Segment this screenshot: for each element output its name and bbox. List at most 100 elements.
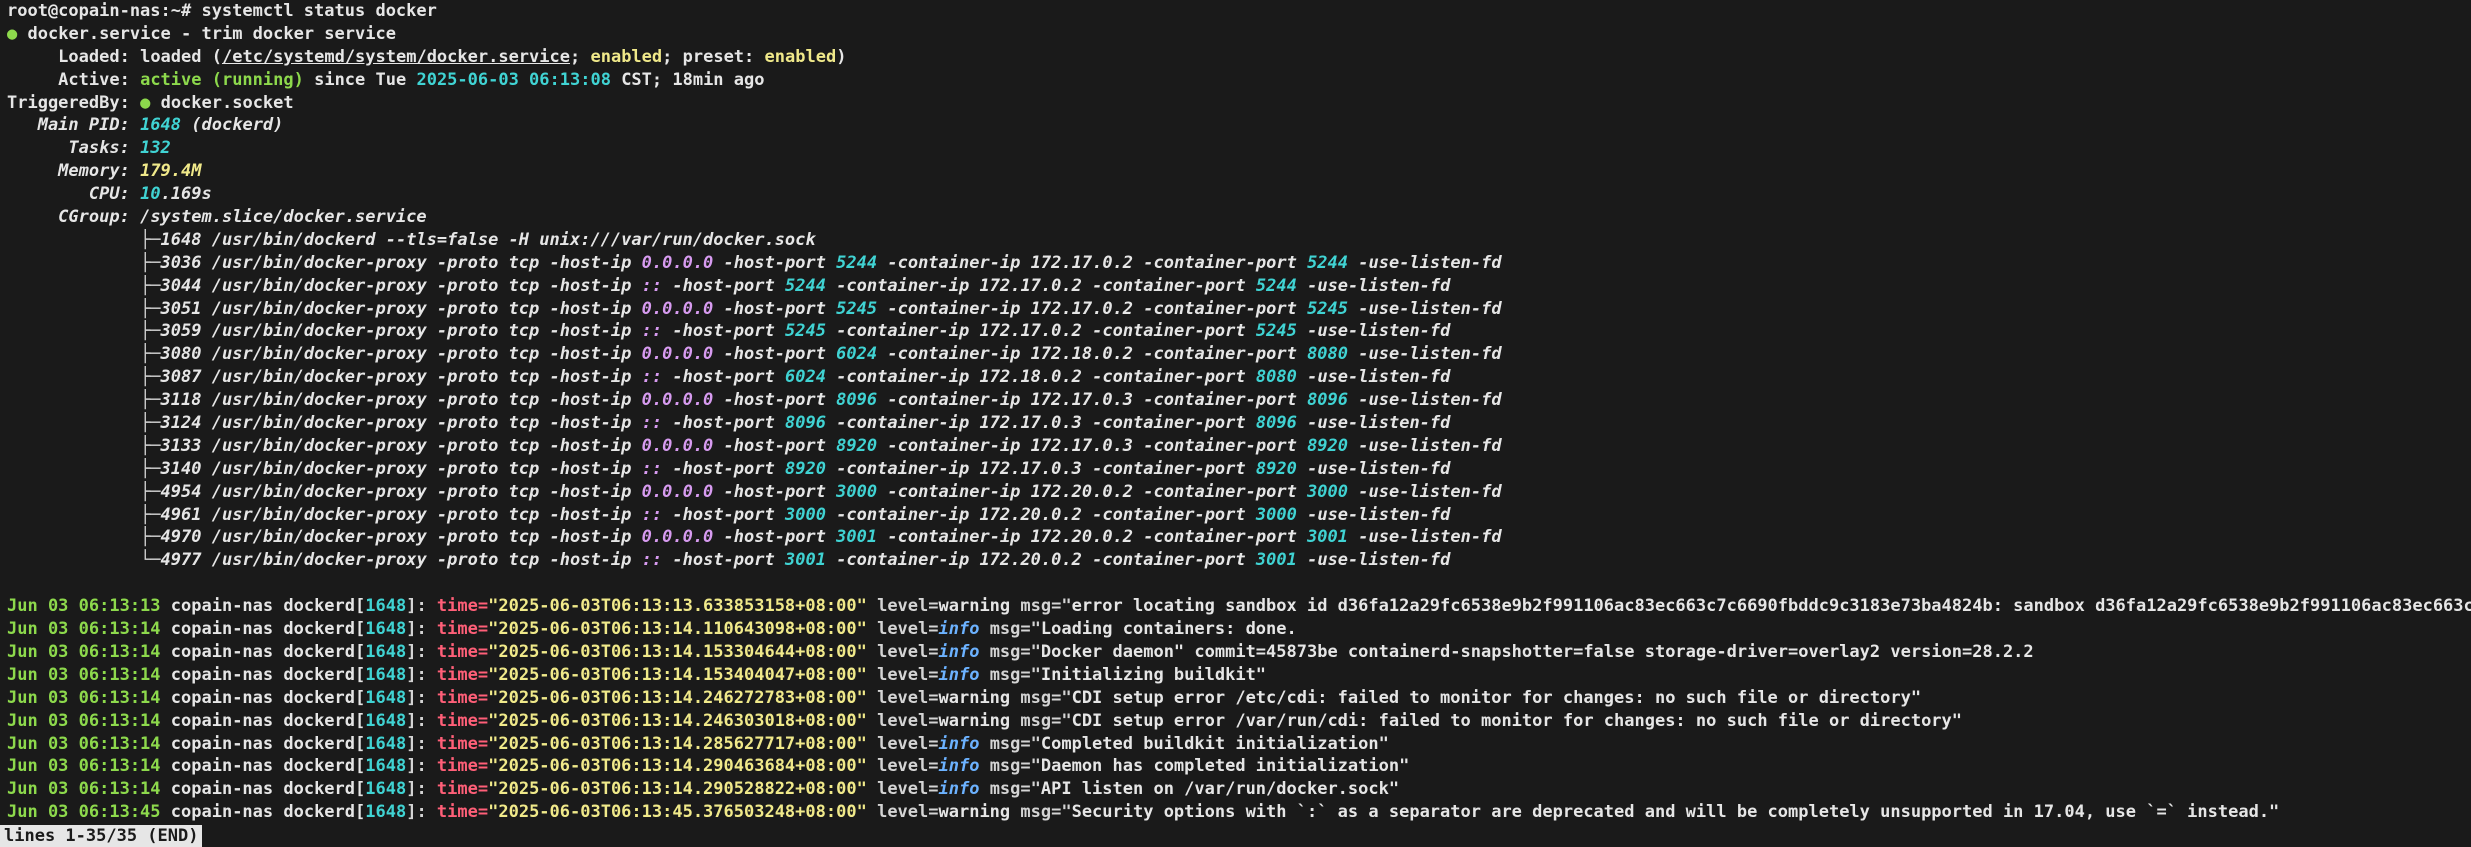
proxy-container-ip: 172.17.0.2 bbox=[1030, 298, 1134, 319]
cgroup-line: CGroup: /system.slice/docker.service bbox=[7, 206, 2471, 229]
triggered-label: TriggeredBy: bbox=[7, 92, 130, 113]
terminal-window[interactable]: root@copain-nas:~# systemctl status dock… bbox=[0, 0, 2471, 847]
tree-branch-icon: ├─ bbox=[140, 458, 161, 479]
proxy-tail: -use-listen-fd bbox=[1358, 252, 1502, 273]
proxy-cip-flag: -container-ip bbox=[887, 527, 1021, 548]
log-msg: CDI setup error /etc/cdi: failed to moni… bbox=[1071, 687, 1922, 708]
log-date: Jun 03 06:13:14 bbox=[7, 641, 161, 662]
proxy-container-ip: 172.20.0.2 bbox=[1030, 481, 1134, 502]
log-time-key: time= bbox=[436, 687, 489, 708]
log-level: warning bbox=[938, 710, 1011, 731]
socket-dot-icon: ● bbox=[140, 92, 151, 113]
log-host: copain-nas dockerd[ bbox=[170, 779, 366, 800]
proxy-cmd: /usr/bin/docker-proxy -proto tcp -host-i… bbox=[211, 481, 632, 502]
proxy-cip-flag: -container-ip bbox=[836, 550, 970, 571]
proxy-tail: -use-listen-fd bbox=[1358, 527, 1502, 548]
proxy-host-port-flag: -host-port bbox=[672, 550, 775, 571]
tasks-value: 132 bbox=[140, 138, 171, 159]
proxy-host-port: 3000 bbox=[836, 481, 878, 502]
proxy-host-port: 3000 bbox=[784, 504, 826, 525]
tree-branch-icon: ├─ bbox=[140, 504, 161, 525]
loaded-path-link[interactable]: /etc/systemd/system/docker.service bbox=[222, 47, 570, 67]
proxy-host-port-flag: -host-port bbox=[723, 252, 826, 273]
proxy-tail: -use-listen-fd bbox=[1307, 413, 1451, 434]
proxy-host-ip: 0.0.0.0 bbox=[641, 527, 714, 548]
proxy-cmd: /usr/bin/docker-proxy -proto tcp -host-i… bbox=[211, 252, 632, 273]
proxy-cmd: /usr/bin/docker-proxy -proto tcp -host-i… bbox=[211, 527, 632, 548]
log-time: 2025-06-03T06:13:14.290528822+08:00 bbox=[498, 779, 857, 800]
proxy-tail: -use-listen-fd bbox=[1307, 275, 1451, 296]
proxy-container-port: 3001 bbox=[1307, 527, 1349, 548]
proxy-host-port: 8920 bbox=[836, 435, 878, 456]
proxy-host-ip: 0.0.0.0 bbox=[641, 390, 714, 411]
tree-branch-icon: ├─ bbox=[140, 413, 161, 434]
cgroup-tree-dockerd: ├─1648 /usr/bin/dockerd --tls=false -H u… bbox=[7, 229, 2471, 252]
proxy-host-ip: :: bbox=[641, 550, 663, 571]
proxy-pid: 4977 bbox=[160, 550, 202, 571]
proxy-host-ip: 0.0.0.0 bbox=[641, 435, 714, 456]
log-time: 2025-06-03T06:13:14.285627717+08:00 bbox=[498, 733, 857, 754]
proxy-host-port: 5244 bbox=[784, 275, 826, 296]
log-date: Jun 03 06:13:13 bbox=[7, 596, 161, 617]
pid-name: (dockerd) bbox=[191, 115, 284, 136]
memory-label: Memory: bbox=[7, 161, 130, 182]
proxy-cip-flag: -container-ip bbox=[836, 321, 970, 342]
log-row: Jun 03 06:13:14 copain-nas dockerd[1648]… bbox=[7, 733, 1389, 754]
tree-branch-icon: ├─ bbox=[140, 367, 161, 388]
cpu-num: 10 bbox=[140, 184, 161, 205]
proxy-host-port: 5245 bbox=[836, 298, 878, 319]
cgroup-proxy-row: ├─4970 /usr/bin/docker-proxy -proto tcp … bbox=[7, 526, 2471, 549]
triggered-line: TriggeredBy: ● docker.socket bbox=[7, 92, 2471, 115]
log-msg: Daemon has completed initialization" bbox=[1040, 756, 1410, 777]
proxy-tail: -use-listen-fd bbox=[1307, 458, 1451, 479]
tree-branch-icon: ├─ bbox=[140, 481, 161, 502]
cgroup-proxy-row: ├─4954 /usr/bin/docker-proxy -proto tcp … bbox=[7, 481, 2471, 504]
proxy-container-port: 8080 bbox=[1255, 367, 1297, 388]
proxy-tail: -use-listen-fd bbox=[1358, 390, 1502, 411]
proxy-cip-flag: -container-ip bbox=[887, 298, 1021, 319]
proxy-container-port: 3001 bbox=[1255, 550, 1297, 571]
shell-prompt: root@copain-nas:~# systemctl status dock… bbox=[7, 1, 437, 21]
log-pid: 1648 bbox=[365, 733, 407, 754]
loaded-enabled: enabled bbox=[590, 46, 663, 67]
proxy-cport-flag: -container-port bbox=[1143, 527, 1297, 548]
proxy-host-port-flag: -host-port bbox=[672, 413, 775, 434]
log-time-key: time= bbox=[436, 641, 489, 662]
proxy-pid: 3051 bbox=[160, 298, 202, 319]
preset-label: preset: bbox=[682, 46, 755, 67]
log-host: copain-nas dockerd[ bbox=[170, 596, 366, 617]
tree-branch-icon: ├─ bbox=[140, 298, 161, 319]
cgroup-proxy-row: └─4977 /usr/bin/docker-proxy -proto tcp … bbox=[7, 549, 2471, 572]
proxy-cmd: /usr/bin/docker-proxy -proto tcp -host-i… bbox=[211, 321, 632, 342]
proxy-cip-flag: -container-ip bbox=[887, 344, 1021, 365]
cgroup-proxy-row: ├─3140 /usr/bin/docker-proxy -proto tcp … bbox=[7, 458, 2471, 481]
log-row: Jun 03 06:13:14 copain-nas dockerd[1648]… bbox=[7, 756, 1410, 777]
proxy-container-ip: 172.17.0.3 bbox=[1030, 435, 1134, 456]
cgroup-proxy-row: ├─3087 /usr/bin/docker-proxy -proto tcp … bbox=[7, 366, 2471, 389]
log-date: Jun 03 06:13:14 bbox=[7, 779, 161, 800]
log-time-key: time= bbox=[436, 664, 489, 685]
active-date: 2025-06-03 06:13:08 bbox=[416, 69, 611, 90]
unit-title: docker.service - trim docker service bbox=[27, 23, 396, 44]
log-host: copain-nas dockerd[ bbox=[170, 641, 366, 662]
log-pid: 1648 bbox=[365, 596, 407, 617]
proxy-host-port: 6024 bbox=[836, 344, 878, 365]
proxy-cmd: /usr/bin/docker-proxy -proto tcp -host-i… bbox=[211, 367, 632, 388]
log-pid: 1648 bbox=[365, 802, 407, 823]
cpu-rest: .169s bbox=[160, 184, 212, 205]
proxy-host-ip: :: bbox=[641, 275, 663, 296]
cgroup-proxy-row: ├─3118 /usr/bin/docker-proxy -proto tcp … bbox=[7, 389, 2471, 412]
active-state: active (running) bbox=[140, 69, 304, 90]
proxy-cport-flag: -container-port bbox=[1092, 367, 1246, 388]
pid-line: Main PID: 1648 (dockerd) bbox=[7, 114, 2471, 137]
proxy-cip-flag: -container-ip bbox=[836, 504, 970, 525]
proxy-cport-flag: -container-port bbox=[1143, 252, 1297, 273]
log-time-key: time= bbox=[436, 756, 489, 777]
log-time: 2025-06-03T06:13:14.246272783+08:00 bbox=[498, 687, 857, 708]
proxy-cmd: /usr/bin/docker-proxy -proto tcp -host-i… bbox=[211, 275, 632, 296]
cgroup-proxy-row: ├─3044 /usr/bin/docker-proxy -proto tcp … bbox=[7, 275, 2471, 298]
log-host: copain-nas dockerd[ bbox=[170, 664, 366, 685]
proxy-container-port: 8920 bbox=[1307, 435, 1349, 456]
memory-line: Memory: 179.4M bbox=[7, 160, 2471, 183]
proxy-pid: 3059 bbox=[160, 321, 202, 342]
